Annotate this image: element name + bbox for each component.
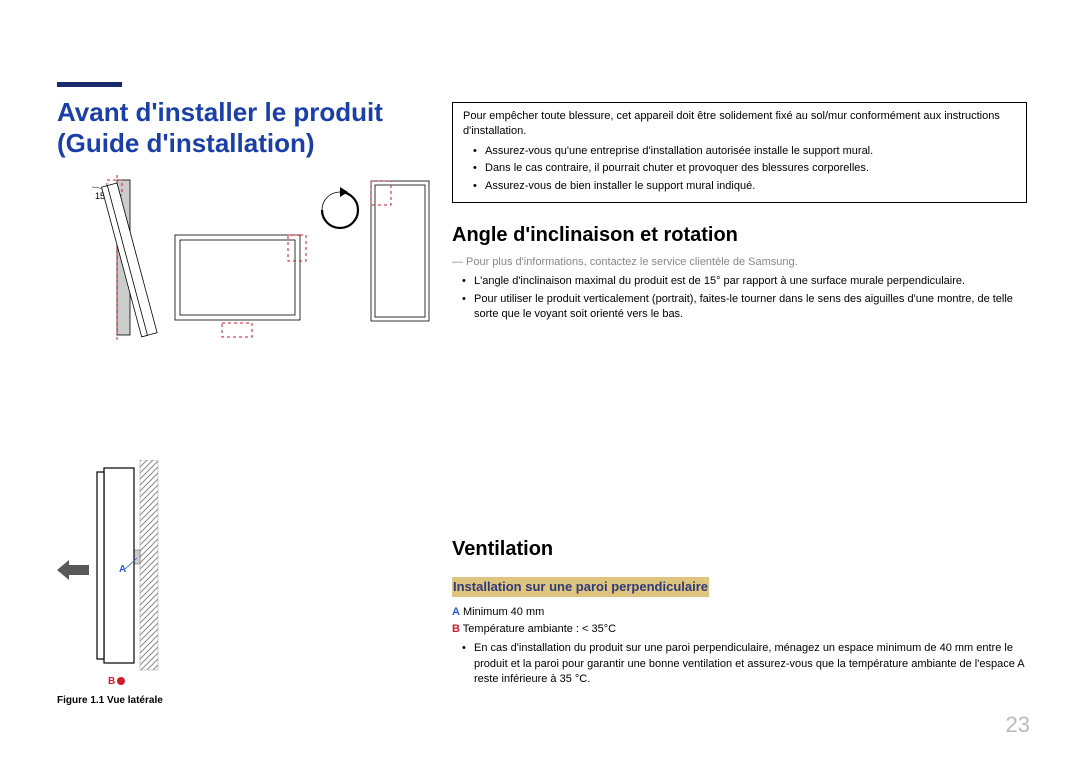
- side-label-b: B: [108, 676, 115, 685]
- warning-item: Dans le cas contraire, il pourrait chute…: [463, 161, 1016, 176]
- tilt-item: Pour utiliser le produit verticalement (…: [452, 292, 1027, 323]
- spec-b: B Température ambiante : < 35°C: [452, 622, 1027, 637]
- warning-lead: Pour empêcher toute blessure, cet appare…: [463, 109, 1016, 140]
- spec-b-label: B: [452, 623, 460, 635]
- spec-a-text: Minimum 40 mm: [460, 606, 544, 618]
- page-number: 23: [1006, 710, 1030, 741]
- warning-box: Pour empêcher toute blessure, cet appare…: [452, 102, 1027, 203]
- page-title: Avant d'installer le produit (Guide d'in…: [57, 97, 427, 159]
- side-label-a: A: [119, 564, 126, 575]
- spec-b-text: Température ambiante : < 35°C: [460, 623, 616, 635]
- warning-item: Assurez-vous qu'une entreprise d'install…: [463, 144, 1016, 159]
- heading-tilt: Angle d'inclinaison et rotation: [452, 221, 1027, 249]
- vent-item: En cas d'installation du produit sur une…: [452, 641, 1027, 687]
- spec-a-label: A: [452, 606, 460, 618]
- warning-item: Assurez-vous de bien installer le suppor…: [463, 179, 1016, 194]
- heading-ventilation: Ventilation: [452, 535, 1027, 563]
- tilt-note: Pour plus d'informations, contactez le s…: [452, 255, 1027, 270]
- spec-a: A Minimum 40 mm: [452, 605, 1027, 620]
- tilt-item: L'angle d'inclinaison maximal du produit…: [452, 274, 1027, 289]
- accent-bar: [57, 82, 122, 87]
- figure-tilt-rotation: 15: [62, 175, 432, 340]
- figure-side-view: A B Figure 1.1 Vue latérale: [57, 460, 257, 700]
- figure-caption: Figure 1.1 Vue latérale: [57, 694, 257, 708]
- subheading-perpendicular: Installation sur une paroi perpendiculai…: [452, 577, 709, 597]
